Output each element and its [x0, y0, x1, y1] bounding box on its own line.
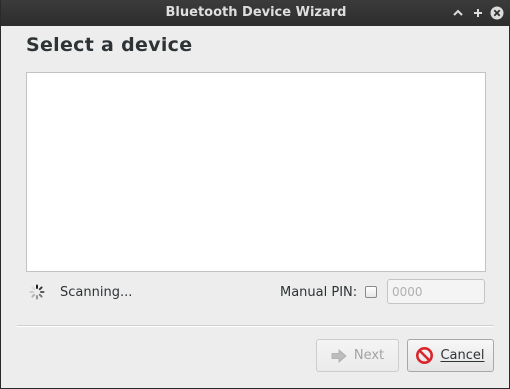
stop-icon — [416, 347, 434, 364]
manual-pin-checkbox[interactable] — [365, 286, 377, 298]
next-button-label: Next — [353, 348, 385, 363]
page-title: Select a device — [26, 34, 193, 56]
next-button[interactable]: Next — [316, 339, 399, 372]
scanning-status: Scanning... — [60, 285, 133, 300]
spinner-icon — [29, 284, 45, 300]
window-title: Bluetooth Device Wizard — [165, 5, 347, 20]
manual-pin-label: Manual PIN: — [280, 285, 358, 300]
arrow-right-icon — [331, 348, 347, 363]
minimize-icon — [453, 9, 463, 16]
separator — [17, 325, 494, 327]
device-list[interactable] — [26, 72, 486, 272]
cancel-button-label: Cancel — [440, 348, 485, 363]
close-button[interactable] — [489, 5, 505, 21]
cancel-button[interactable]: Cancel — [407, 339, 494, 372]
wizard-window: Bluetooth Device Wizard Select a device — [0, 0, 510, 389]
title-bar[interactable]: Bluetooth Device Wizard — [1, 0, 510, 26]
maximize-button[interactable] — [470, 5, 486, 21]
close-icon — [490, 6, 504, 20]
maximize-icon — [474, 9, 482, 17]
pin-input[interactable] — [387, 279, 485, 304]
minimize-button[interactable] — [450, 5, 466, 21]
